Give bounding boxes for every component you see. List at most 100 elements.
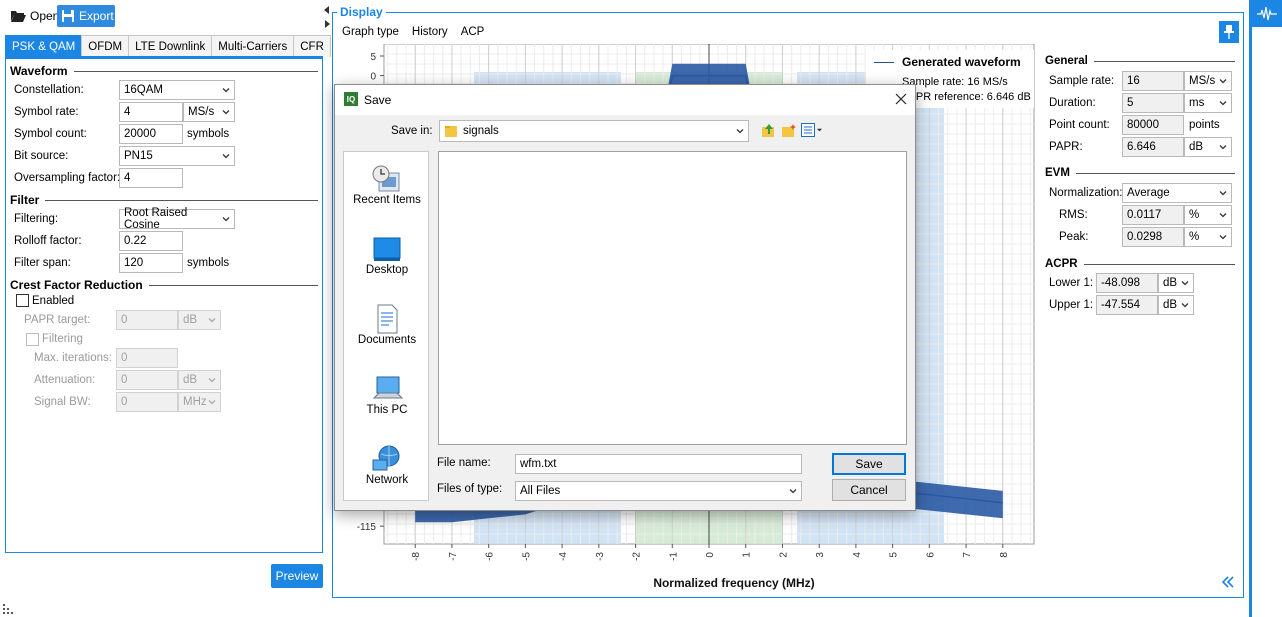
place-network[interactable]: Network [344, 444, 430, 486]
acpr-lower-label: Lower 1: [1049, 277, 1094, 289]
acpr-upper-unit-select[interactable]: dB [1158, 295, 1194, 315]
oversampling-label: Oversampling factor: [14, 172, 121, 184]
tab-lte-downlink[interactable]: LTE Downlink [128, 35, 213, 57]
splitter-arrows-icon[interactable] [324, 6, 330, 28]
papr-unit-select[interactable]: dB [1184, 137, 1232, 157]
file-list[interactable] [438, 151, 907, 445]
floppy-disk-icon [62, 10, 74, 22]
rms-unit-select[interactable]: % [1184, 205, 1232, 225]
list-view-icon [801, 123, 815, 137]
chevron-down-icon [1219, 191, 1227, 196]
bit-source-value: PN15 [124, 150, 153, 162]
attenuation-unit: dB [183, 374, 198, 386]
dialog-body: Save in: signals Recent Items Desktop Do… [335, 115, 915, 510]
symbol-count-input[interactable]: 20000 [119, 124, 183, 144]
resize-grip-icon[interactable] [3, 604, 13, 614]
symbol-rate-input[interactable]: 4 [119, 102, 183, 122]
place-this-pc[interactable]: This PC [344, 374, 430, 416]
collapse-left-icon[interactable] [1222, 576, 1234, 588]
attenuation-input[interactable]: 0 [116, 370, 178, 390]
tab-cfr[interactable]: CFR [293, 35, 331, 57]
peak-unit-select[interactable]: % [1184, 227, 1232, 247]
cfr-filtering-checkbox[interactable] [26, 333, 39, 346]
signal-bw-label: Signal BW: [34, 396, 91, 408]
menu-graph-type[interactable]: Graph type [342, 26, 399, 38]
chevron-down-icon [1219, 213, 1227, 218]
legend-title: Generated waveform [902, 55, 1021, 69]
save-button[interactable]: Save [832, 453, 906, 475]
x-tick-label: -6 [485, 552, 496, 561]
evm-title: EVM [1045, 167, 1070, 179]
export-label: Export [79, 9, 114, 23]
pin-button[interactable] [1219, 21, 1239, 43]
filter-title: Filter [10, 193, 40, 207]
place-recent-items[interactable]: Recent Items [344, 164, 430, 206]
constellation-label: Constellation: [14, 84, 84, 96]
place-documents[interactable]: Documents [344, 304, 430, 346]
save-dialog: IQ Save Save in: signals Recent Items De… [334, 84, 916, 511]
waveform-side-button[interactable] [1252, 0, 1282, 27]
export-button[interactable]: Export [57, 5, 115, 27]
y-tick-label: 0 [370, 72, 376, 83]
rolloff-input[interactable]: 0.22 [119, 231, 183, 251]
symbol-rate-unit-select[interactable]: MS/s [183, 102, 235, 122]
chevron-down-icon [1219, 235, 1227, 240]
tab-multi-carriers[interactable]: Multi-Carriers [211, 35, 295, 57]
sample-rate-unit-select[interactable]: MS/s [1184, 71, 1232, 91]
x-tick-label: 7 [962, 552, 973, 558]
filtering-label: Filtering: [14, 213, 59, 225]
menu-acp[interactable]: ACP [461, 26, 485, 38]
max-iterations-input[interactable]: 0 [116, 348, 178, 368]
x-tick-label: 8 [999, 552, 1010, 558]
chevron-down-icon [1219, 145, 1227, 150]
chevron-down-icon [1181, 281, 1189, 286]
constellation-select[interactable]: 16QAM [119, 80, 235, 100]
cfr-enabled-checkbox[interactable] [16, 294, 29, 307]
x-tick-label: 5 [889, 552, 900, 558]
cancel-button[interactable]: Cancel [832, 479, 906, 501]
chevron-down-icon [222, 88, 230, 93]
max-iterations-label: Max. iterations: [34, 352, 112, 364]
close-icon[interactable] [895, 93, 907, 105]
duration-unit-select[interactable]: ms [1184, 93, 1232, 113]
symbol-count-unit: symbols [187, 128, 230, 140]
place-desktop[interactable]: Desktop [344, 236, 430, 276]
filter-span-label: Filter span: [14, 257, 71, 269]
x-tick-label: -1 [668, 552, 679, 561]
acpr-lower-unit-select[interactable]: dB [1158, 273, 1194, 293]
new-folder-icon[interactable] [781, 123, 797, 139]
symbol-rate-unit: MS/s [188, 106, 215, 118]
normalization-select[interactable]: Average [1122, 183, 1232, 203]
chevron-down-icon [789, 489, 797, 494]
view-menu-button[interactable] [801, 123, 823, 137]
oversampling-input[interactable]: 4 [119, 168, 183, 188]
signal-bw-unit-select[interactable]: MHz [178, 392, 221, 412]
bit-source-select[interactable]: PN15 [119, 146, 235, 166]
chevron-down-icon [222, 154, 230, 159]
filter-span-input[interactable]: 120 [119, 253, 183, 273]
papr-label: PAPR: [1049, 141, 1083, 153]
file-name-input[interactable]: wfm.txt [515, 454, 802, 474]
up-folder-icon[interactable] [761, 123, 777, 139]
general-section-title: General [1045, 55, 1235, 67]
papr-unit-select[interactable]: dB [178, 310, 221, 330]
acpr-upper-unit: dB [1163, 299, 1178, 311]
file-type-select[interactable]: All Files [515, 481, 802, 501]
filtering-select[interactable]: Root Raised Cosine [119, 207, 235, 231]
places-bar: Recent Items Desktop Documents This PC N… [343, 151, 429, 501]
pin-icon [1224, 25, 1234, 39]
chevron-down-icon [222, 110, 230, 115]
menu-history[interactable]: History [412, 26, 448, 38]
sample-rate-value: 16 [1122, 71, 1184, 91]
recent-items-icon [372, 165, 400, 192]
file-type-label: Files of type: [437, 483, 503, 495]
x-tick-label: -7 [448, 552, 459, 561]
papr-target-input[interactable]: 0 [116, 310, 178, 330]
attenuation-unit-select[interactable]: dB [178, 370, 221, 390]
preview-button[interactable]: Preview [271, 564, 323, 588]
signal-bw-input[interactable]: 0 [116, 392, 178, 412]
save-in-select[interactable]: signals [439, 120, 749, 142]
tab-ofdm[interactable]: OFDM [81, 35, 130, 57]
tab-psk-qam[interactable]: PSK & QAM [5, 35, 83, 57]
open-button[interactable]: Open [6, 5, 63, 27]
